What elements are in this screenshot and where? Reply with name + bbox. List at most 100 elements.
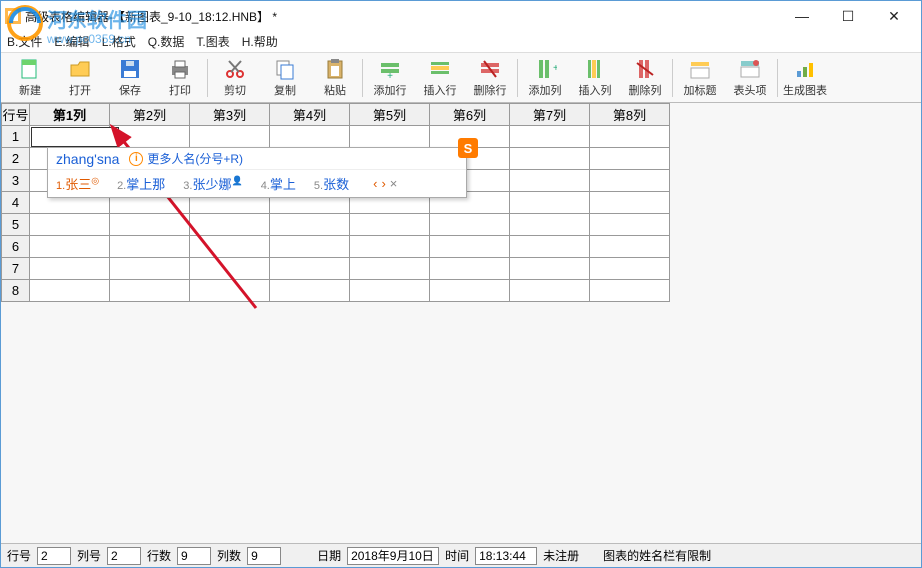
row-header[interactable]: 4 <box>2 192 30 214</box>
cell[interactable] <box>350 126 430 148</box>
toolbar-genchart-button[interactable]: 生成图表 <box>780 55 830 101</box>
cell[interactable] <box>190 126 270 148</box>
cell[interactable] <box>270 214 350 236</box>
col-header[interactable]: 第8列 <box>590 104 670 126</box>
col-header[interactable]: 第5列 <box>350 104 430 126</box>
menu-help[interactable]: H.帮助 <box>242 33 278 50</box>
cell[interactable] <box>510 236 590 258</box>
ime-candidate[interactable]: 1.张三◎ <box>56 174 99 193</box>
col-header[interactable]: 第6列 <box>430 104 510 126</box>
toolbar-new-button[interactable]: 新建 <box>5 55 55 101</box>
toolbar-inscol-button[interactable]: 插入列 <box>570 55 620 101</box>
toolbar-delrow-button[interactable]: 删除行 <box>465 55 515 101</box>
menu-edit[interactable]: E.编辑 <box>54 33 89 50</box>
cell[interactable] <box>350 214 430 236</box>
ime-candidate-bar[interactable]: S zhang'sna i 更多人名(分号+R) 1.张三◎2.掌上那3.张少娜… <box>47 147 467 198</box>
toolbar-addrow-button[interactable]: +添加行 <box>365 55 415 101</box>
cell[interactable] <box>510 192 590 214</box>
cell[interactable] <box>190 280 270 302</box>
row-header[interactable]: 1 <box>2 126 30 148</box>
row-header[interactable]: 5 <box>2 214 30 236</box>
grid-area[interactable]: 行号第1列第2列第3列第4列第5列第6列第7列第8列12345678 S zha… <box>1 103 921 543</box>
toolbar-print-button[interactable]: 打印 <box>155 55 205 101</box>
maximize-button[interactable]: ☐ <box>825 1 871 31</box>
close-button[interactable]: ✕ <box>871 1 917 31</box>
cell[interactable] <box>590 126 670 148</box>
col-header[interactable]: 第4列 <box>270 104 350 126</box>
menu-chart[interactable]: T.图表 <box>196 33 229 50</box>
cell[interactable] <box>270 236 350 258</box>
row-header[interactable]: 6 <box>2 236 30 258</box>
cell[interactable] <box>110 258 190 280</box>
cell[interactable] <box>590 148 670 170</box>
cell-editor[interactable] <box>31 127 119 147</box>
col-header[interactable]: 第3列 <box>190 104 270 126</box>
col-header[interactable]: 第2列 <box>110 104 190 126</box>
cell[interactable] <box>510 258 590 280</box>
cell[interactable] <box>590 236 670 258</box>
cell[interactable] <box>590 214 670 236</box>
ime-candidate[interactable]: 5.张数 <box>314 174 349 193</box>
col-header[interactable]: 第1列 <box>30 104 110 126</box>
toolbar-save-button[interactable]: 保存 <box>105 55 155 101</box>
toolbar-paste-button[interactable]: 粘贴 <box>310 55 360 101</box>
cell[interactable] <box>350 258 430 280</box>
cell[interactable] <box>270 258 350 280</box>
cell[interactable] <box>110 236 190 258</box>
minimize-button[interactable]: ― <box>779 1 825 31</box>
cell[interactable] <box>510 126 590 148</box>
cell[interactable] <box>30 258 110 280</box>
row-header[interactable]: 7 <box>2 258 30 280</box>
cell[interactable] <box>30 280 110 302</box>
cell[interactable] <box>190 214 270 236</box>
menu-file[interactable]: B.文件 <box>7 33 42 50</box>
delcol-icon <box>633 57 657 81</box>
cell[interactable] <box>270 126 350 148</box>
cell[interactable] <box>590 192 670 214</box>
grid-corner[interactable]: 行号 <box>2 104 30 126</box>
toolbar-insrow-button[interactable]: 插入行 <box>415 55 465 101</box>
toolbar-open-button[interactable]: 打开 <box>55 55 105 101</box>
cell[interactable] <box>510 170 590 192</box>
cell[interactable] <box>430 214 510 236</box>
cell[interactable] <box>350 280 430 302</box>
row-header[interactable]: 2 <box>2 148 30 170</box>
menu-format[interactable]: L.格式 <box>102 33 136 50</box>
cell[interactable] <box>190 258 270 280</box>
headopt-icon <box>738 57 762 81</box>
cell[interactable] <box>270 280 350 302</box>
toolbar-cut-button[interactable]: 剪切 <box>210 55 260 101</box>
ime-candidate[interactable]: 2.掌上那 <box>117 174 165 193</box>
ime-candidate[interactable]: 4.掌上 <box>261 174 296 193</box>
cell[interactable] <box>590 170 670 192</box>
cell[interactable] <box>30 214 110 236</box>
row-header[interactable]: 3 <box>2 170 30 192</box>
ime-candidate[interactable]: 3.张少娜👤 <box>183 174 242 193</box>
cell[interactable] <box>350 236 430 258</box>
toolbar-copy-button[interactable]: 复制 <box>260 55 310 101</box>
row-header[interactable]: 8 <box>2 280 30 302</box>
ime-more-hint[interactable]: i 更多人名(分号+R) <box>129 150 243 167</box>
ime-close-icon[interactable]: × <box>390 176 398 191</box>
cell[interactable] <box>430 236 510 258</box>
cell[interactable] <box>590 258 670 280</box>
cell[interactable] <box>110 126 190 148</box>
cell[interactable] <box>110 214 190 236</box>
cell[interactable] <box>190 236 270 258</box>
ime-next-icon[interactable]: › <box>381 176 385 191</box>
cell[interactable] <box>510 280 590 302</box>
toolbar-addtitle-button[interactable]: 加标题 <box>675 55 725 101</box>
cell[interactable] <box>430 280 510 302</box>
cell[interactable] <box>430 258 510 280</box>
ime-prev-icon[interactable]: ‹ <box>373 176 377 191</box>
cell[interactable] <box>590 280 670 302</box>
cell[interactable] <box>30 236 110 258</box>
toolbar-delcol-button[interactable]: 删除列 <box>620 55 670 101</box>
cell[interactable] <box>110 280 190 302</box>
menu-data[interactable]: Q.数据 <box>148 33 185 50</box>
toolbar-addcol-button[interactable]: +添加列 <box>520 55 570 101</box>
col-header[interactable]: 第7列 <box>510 104 590 126</box>
cell[interactable] <box>510 214 590 236</box>
cell[interactable] <box>510 148 590 170</box>
toolbar-headopt-button[interactable]: 表头项 <box>725 55 775 101</box>
